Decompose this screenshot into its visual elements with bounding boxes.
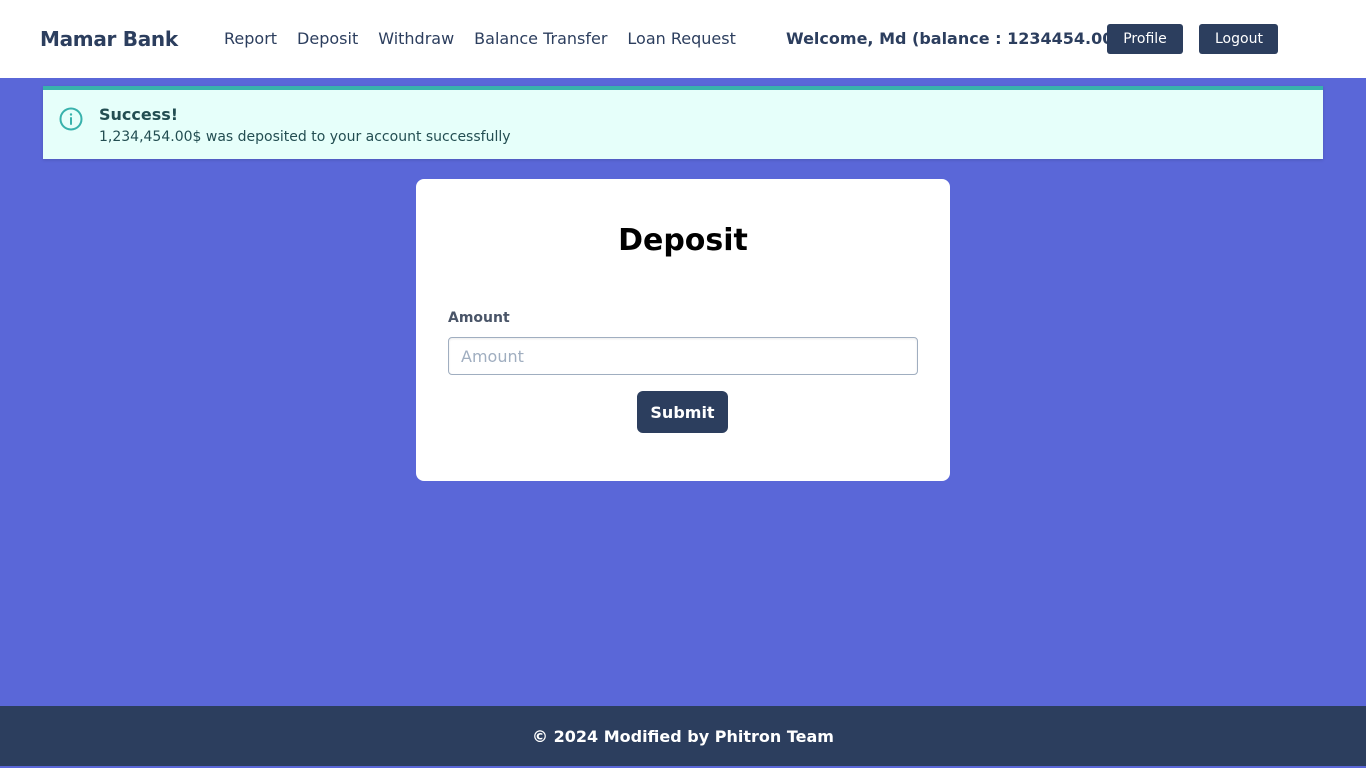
nav-links: Report Deposit Withdraw Balance Transfer… (224, 29, 736, 49)
footer-text: © 2024 Modified by Phitron Team (532, 726, 834, 746)
logout-button[interactable]: Logout (1199, 24, 1278, 54)
alert-title: Success! (99, 105, 179, 124)
success-alert: Success! 1,234,454.00$ was deposited to … (43, 86, 1323, 159)
nav-link-report[interactable]: Report (224, 29, 277, 49)
deposit-card: Deposit Amount Submit (416, 179, 950, 481)
submit-button[interactable]: Submit (637, 391, 728, 433)
nav-link-balance-transfer[interactable]: Balance Transfer (474, 29, 607, 49)
info-icon (59, 107, 83, 131)
page-title: Deposit (618, 223, 748, 258)
amount-input[interactable] (448, 337, 918, 375)
footer: © 2024 Modified by Phitron Team (0, 706, 1366, 766)
navbar: Mamar Bank Report Deposit Withdraw Balan… (0, 0, 1366, 78)
alert-message: 1,234,454.00$ was deposited to your acco… (99, 129, 511, 145)
amount-label: Amount (448, 310, 510, 326)
welcome-balance-text: Welcome, Md (balance : 1234454.00) (786, 29, 1121, 48)
nav-link-withdraw[interactable]: Withdraw (378, 29, 454, 49)
brand-logo[interactable]: Mamar Bank (40, 27, 178, 51)
nav-link-loan-request[interactable]: Loan Request (627, 29, 735, 49)
nav-link-deposit[interactable]: Deposit (297, 29, 358, 49)
profile-button[interactable]: Profile (1107, 24, 1183, 54)
